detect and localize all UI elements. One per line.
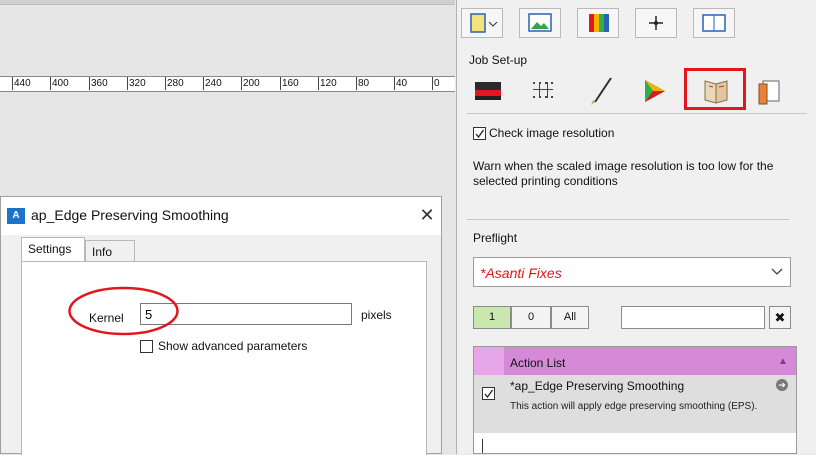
brush-icon[interactable]	[581, 72, 629, 110]
check-resolution-checkbox[interactable]	[473, 127, 486, 140]
image-icon[interactable]	[519, 8, 561, 38]
ruler-tick-label: 280	[167, 78, 184, 89]
kernel-unit-label: pixels	[361, 308, 392, 322]
color-triangle-icon[interactable]	[633, 72, 681, 110]
grid-icon[interactable]	[525, 72, 573, 110]
ruler-tick-label: 440	[14, 78, 31, 89]
preflight-selected-value: *Asanti Fixes	[480, 265, 562, 281]
ruler-tick-label: 320	[129, 78, 146, 89]
ruler-tick-label: 240	[205, 78, 222, 89]
printer-icon[interactable]	[469, 72, 517, 110]
document-icon[interactable]	[461, 8, 503, 38]
color-swatches-icon[interactable]	[577, 8, 619, 38]
filter-button-1[interactable]: 1	[473, 306, 511, 329]
ruler-tick-label: 0	[434, 78, 440, 89]
advanced-parameters-label: Show advanced parameters	[158, 339, 308, 353]
job-setup-panel: Job Set-up Check image resolution Warn w…	[456, 0, 816, 454]
selected-tool-highlight	[684, 68, 746, 110]
pages-icon[interactable]	[751, 72, 799, 110]
app-icon: A	[7, 208, 25, 224]
action-list: Action List ▲ *ap_Edge Preserving Smooth…	[473, 346, 797, 454]
ruler-tick-label: 160	[282, 78, 299, 89]
divider	[467, 113, 807, 114]
ruler-tick-label: 80	[358, 78, 370, 89]
action-enabled-checkbox[interactable]	[482, 387, 495, 400]
clear-filter-icon[interactable]: ✖	[769, 306, 791, 329]
job-setup-toolbar	[457, 70, 816, 112]
action-description: This action will apply edge preserving s…	[510, 401, 758, 412]
action-name: *ap_Edge Preserving Smoothing	[510, 379, 685, 393]
edge-smoothing-dialog: A ap_Edge Preserving Smoothing ✕ Setting…	[0, 196, 442, 455]
annotation-ellipse-icon	[68, 286, 179, 336]
chevron-down-icon	[771, 268, 783, 275]
close-icon[interactable]: ✕	[417, 203, 437, 227]
top-border	[0, 0, 455, 5]
preflight-select[interactable]: *Asanti Fixes	[473, 257, 791, 287]
divider	[467, 219, 789, 220]
ruler-tick-label: 120	[320, 78, 337, 89]
arrow-right-icon[interactable]: ➔	[776, 379, 788, 391]
action-list-header[interactable]: Action List ▲	[474, 347, 796, 375]
dialog-titlebar[interactable]: A ap_Edge Preserving Smoothing ✕	[1, 197, 441, 235]
action-filter-row: 1 0 All ✖	[473, 306, 791, 330]
action-list-header-check-column	[474, 347, 504, 375]
panel-title: Job Set-up	[469, 53, 528, 67]
crosshair-icon[interactable]	[635, 8, 677, 38]
window-icon[interactable]	[693, 8, 735, 38]
sort-up-icon[interactable]: ▲	[778, 356, 788, 367]
advanced-parameters-checkbox[interactable]	[140, 340, 153, 353]
top-toolbar	[457, 4, 816, 40]
text-cursor	[482, 439, 483, 453]
horizontal-ruler: 8044040036032028024020016012080400	[0, 76, 455, 92]
resolution-warning-text: Warn when the scaled image resolution is…	[473, 159, 774, 188]
filter-button-0[interactable]: 0	[511, 306, 551, 329]
ruler-tick-label: 360	[91, 78, 108, 89]
check-resolution-label: Check image resolution	[489, 126, 615, 140]
filter-button-all[interactable]: All	[551, 306, 589, 329]
ruler-tick-label: 400	[52, 78, 69, 89]
dialog-title: ap_Edge Preserving Smoothing	[31, 207, 229, 223]
ruler-tick-label: 40	[396, 78, 408, 89]
ruler-tick-label: 200	[243, 78, 260, 89]
filter-search-input[interactable]	[621, 306, 765, 329]
action-list-header-label: Action List	[510, 356, 566, 370]
list-item[interactable]: *ap_Edge Preserving Smoothing This actio…	[474, 375, 796, 433]
tab-info[interactable]: Info	[85, 240, 135, 261]
tab-settings[interactable]: Settings	[21, 237, 85, 262]
preflight-label: Preflight	[473, 231, 518, 245]
